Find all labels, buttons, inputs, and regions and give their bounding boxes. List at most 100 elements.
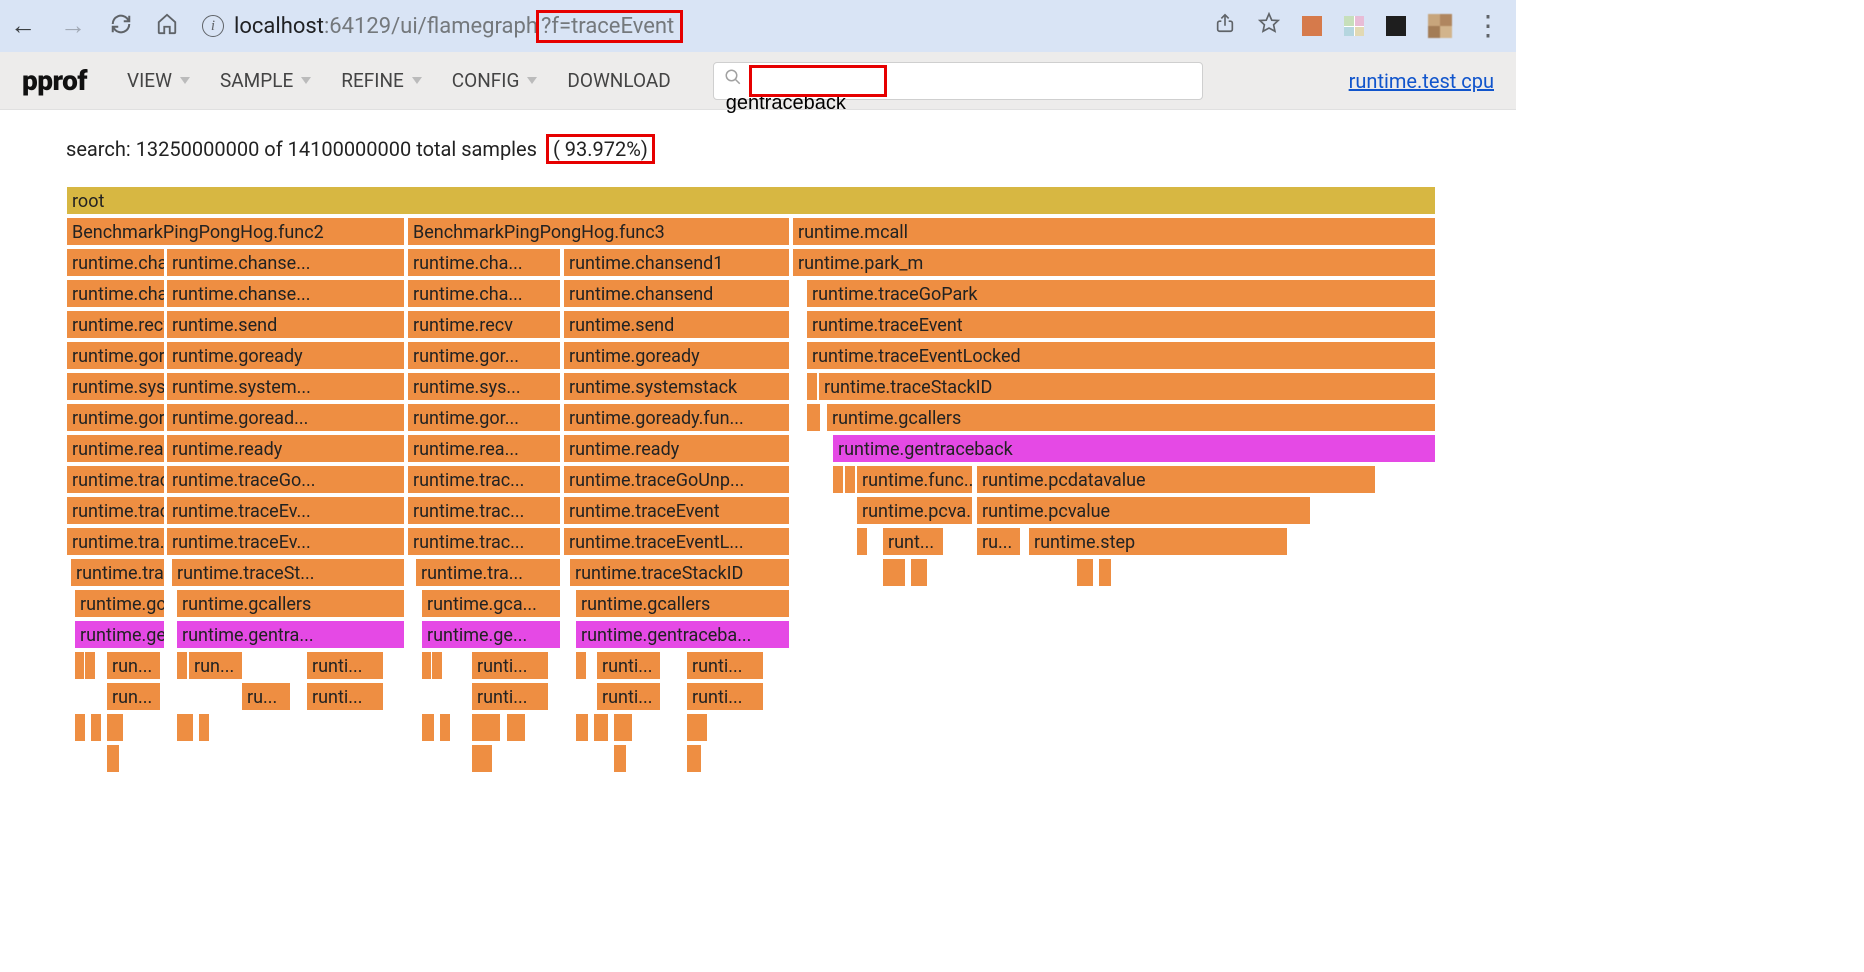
flame-cell[interactable]: runtime.chansend1 (563, 248, 790, 277)
flame-cell[interactable] (686, 713, 708, 742)
flame-cell[interactable]: runtime.trac... (66, 496, 165, 525)
menu-refine[interactable]: REFINE (341, 69, 422, 92)
flame-cell[interactable]: runtime.traceGo... (166, 465, 405, 494)
flame-cell[interactable]: runtime.send (563, 310, 790, 339)
flame-cell[interactable]: runtime.traceStackID (818, 372, 1436, 401)
flame-cell[interactable] (882, 558, 906, 587)
menu-download[interactable]: DOWNLOAD (567, 69, 670, 92)
flame-cell[interactable]: runtime.traceGoPark (806, 279, 1436, 308)
flame-cell[interactable]: runtime.traceSt... (171, 558, 405, 587)
flame-cell[interactable]: runtime.goread... (166, 403, 405, 432)
flame-cell[interactable]: runtime.send (166, 310, 405, 339)
flame-cell[interactable]: runtime.recv (407, 310, 561, 339)
profile-avatar[interactable] (1428, 14, 1452, 38)
flame-cell[interactable]: runti... (471, 682, 549, 711)
flame-cell[interactable]: runti... (306, 651, 384, 680)
flame-cell[interactable]: runtime.chansend (563, 279, 790, 308)
flame-cell[interactable]: runtime.trac... (407, 465, 561, 494)
flame-cell[interactable]: BenchmarkPingPongHog.func3 (407, 217, 790, 246)
menu-sample[interactable]: SAMPLE (220, 69, 311, 92)
flamegraph[interactable]: rootBenchmarkPingPongHog.func2BenchmarkP… (66, 186, 1450, 773)
flame-cell[interactable] (506, 713, 526, 742)
flame-cell[interactable]: runtime.step (1028, 527, 1288, 556)
flame-cell[interactable]: runtime.goready (166, 341, 405, 370)
flame-cell[interactable]: BenchmarkPingPongHog.func2 (66, 217, 405, 246)
flame-cell[interactable]: runtime.traceEvent (563, 496, 790, 525)
flame-cell[interactable]: runtime.gor... (407, 341, 561, 370)
flame-cell[interactable]: runtime.traceEvent (806, 310, 1436, 339)
extension-icon-1[interactable] (1302, 16, 1322, 36)
flame-cell[interactable] (74, 713, 86, 742)
search-input[interactable] (724, 91, 1192, 116)
flame-cell[interactable]: runtime.cha... (407, 248, 561, 277)
menu-config[interactable]: CONFIG (452, 69, 538, 92)
reload-button[interactable] (110, 13, 132, 40)
flame-cell[interactable] (431, 651, 443, 680)
flame-cell[interactable]: run... (188, 651, 243, 680)
flame-cell[interactable] (106, 744, 120, 773)
flame-cell[interactable] (84, 651, 96, 680)
flame-cell[interactable]: runtime.func... (856, 465, 973, 494)
home-button[interactable] (156, 13, 178, 40)
extension-icon-3[interactable] (1386, 16, 1406, 36)
flame-cell[interactable] (471, 713, 501, 742)
flame-cell[interactable]: runtime.ready (166, 434, 405, 463)
flame-cell[interactable]: run... (106, 682, 161, 711)
flame-cell[interactable]: runtime.ge... (421, 620, 561, 649)
flame-cell[interactable]: runtime.recv (66, 310, 165, 339)
flame-cell[interactable]: runtime.chanse... (166, 248, 405, 277)
flame-cell[interactable]: runtime.traceEventLocked (806, 341, 1436, 370)
flame-cell[interactable]: runtime.goready.fun... (563, 403, 790, 432)
flame-cell[interactable]: runt... (882, 527, 944, 556)
flame-cell[interactable]: runtime.traceStackID (569, 558, 790, 587)
extension-icon-2[interactable] (1344, 16, 1364, 36)
flame-cell[interactable] (593, 713, 609, 742)
flame-cell[interactable]: runti... (596, 682, 661, 711)
flame-cell[interactable]: runtime.pcdatavalue (976, 465, 1376, 494)
flame-cell[interactable] (176, 713, 194, 742)
flame-cell[interactable] (1076, 558, 1094, 587)
flame-cell[interactable] (421, 713, 435, 742)
flame-cell[interactable]: runtime.gcallers (826, 403, 1436, 432)
flame-cell[interactable] (613, 744, 627, 773)
flame-cell[interactable]: runtime.gor... (66, 403, 165, 432)
flame-cell[interactable]: runtime.gca... (421, 589, 561, 618)
flame-cell[interactable] (106, 713, 124, 742)
flame-cell[interactable] (910, 558, 928, 587)
flame-cell[interactable] (686, 744, 702, 773)
flame-cell[interactable]: runtime.rea... (407, 434, 561, 463)
profile-link[interactable]: runtime.test cpu (1349, 69, 1494, 93)
flame-cell[interactable]: runtime.gcallers (575, 589, 790, 618)
flame-cell[interactable]: root (66, 186, 1436, 215)
flame-cell[interactable]: runtime.gor... (407, 403, 561, 432)
flame-cell[interactable]: ru... (241, 682, 291, 711)
flame-cell[interactable] (471, 744, 493, 773)
flame-cell[interactable]: runtime.mcall (792, 217, 1436, 246)
flame-cell[interactable]: runti... (471, 651, 549, 680)
flame-cell[interactable]: runtime.park_m (792, 248, 1436, 277)
flame-cell[interactable]: runtime.rea... (66, 434, 165, 463)
flame-cell[interactable] (198, 713, 210, 742)
flame-cell[interactable]: runtime.ge... (74, 620, 165, 649)
flame-cell[interactable]: runtime.pcvalue (976, 496, 1311, 525)
star-icon[interactable] (1258, 12, 1280, 40)
flame-cell[interactable]: runtime.trac... (66, 465, 165, 494)
flame-cell[interactable] (439, 713, 451, 742)
flame-cell[interactable]: runtime.systemstack (563, 372, 790, 401)
flame-cell[interactable] (176, 651, 188, 680)
flame-cell[interactable]: runtime.traceEv... (166, 527, 405, 556)
flame-cell[interactable]: runtime.tra... (415, 558, 561, 587)
flame-cell[interactable] (844, 465, 856, 494)
url-bar[interactable]: localhost:64129/ui/flamegraph?f=traceEve… (234, 10, 683, 43)
flame-cell[interactable]: runtime.trac... (407, 527, 561, 556)
flame-cell[interactable] (90, 713, 102, 742)
flame-cell[interactable]: runtime.sys... (66, 372, 165, 401)
flame-cell[interactable] (832, 465, 844, 494)
flame-cell[interactable] (856, 527, 868, 556)
site-info-icon[interactable]: i (202, 15, 224, 37)
flame-cell[interactable] (575, 651, 587, 680)
flame-cell[interactable]: runti... (596, 651, 661, 680)
flame-cell[interactable]: runtime.chanse... (166, 279, 405, 308)
flame-cell[interactable]: run... (106, 651, 161, 680)
share-icon[interactable] (1214, 12, 1236, 40)
